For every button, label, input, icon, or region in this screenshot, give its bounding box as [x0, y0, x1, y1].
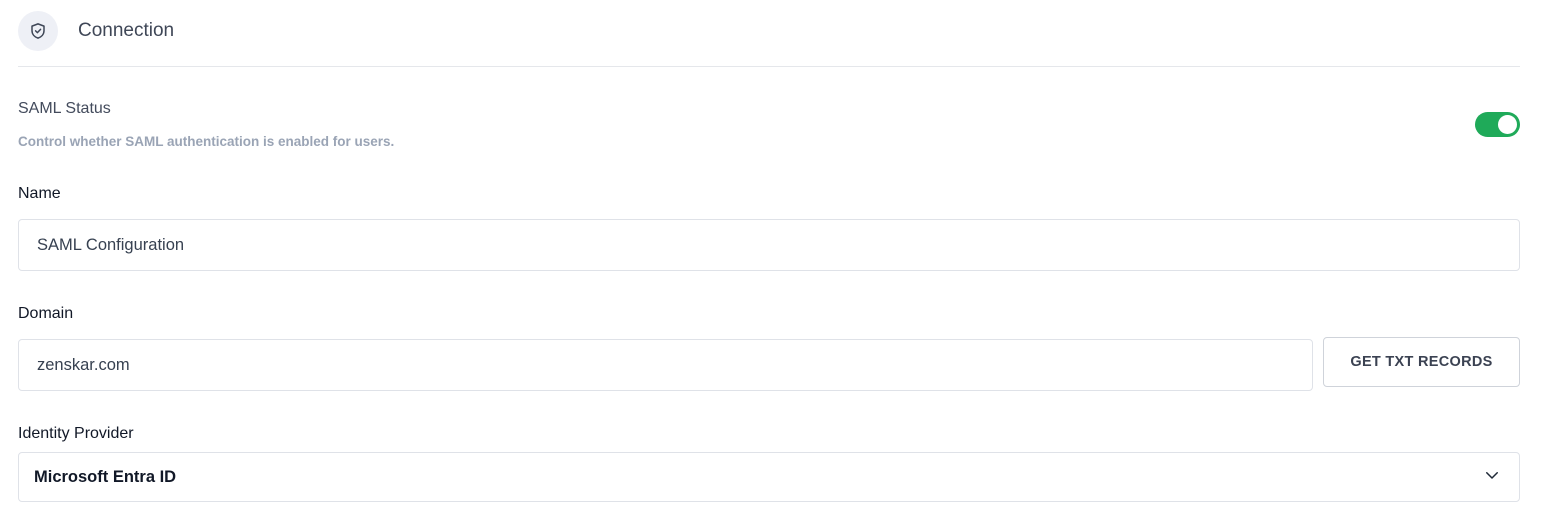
domain-field-container	[18, 339, 1313, 391]
chevron-down-icon	[1483, 466, 1501, 489]
header-divider	[18, 66, 1520, 67]
saml-connection-panel: Connection SAML Status Control whether S…	[0, 0, 1543, 530]
name-field-container	[18, 219, 1520, 271]
saml-status-label: SAML Status	[18, 100, 111, 117]
saml-status-toggle[interactable]	[1475, 112, 1520, 137]
identity-provider-selected-value: Microsoft Entra ID	[34, 467, 177, 486]
shield-check-icon	[18, 11, 58, 51]
saml-status-description: Control whether SAML authentication is e…	[18, 134, 395, 149]
toggle-knob	[1498, 115, 1517, 134]
section-title: Connection	[78, 20, 175, 41]
identity-provider-select[interactable]: Microsoft Entra ID	[18, 452, 1520, 502]
name-label: Name	[18, 185, 61, 202]
domain-input[interactable]	[37, 355, 1312, 375]
domain-label: Domain	[18, 305, 74, 322]
get-txt-records-button[interactable]: GET TXT RECORDS	[1323, 337, 1520, 387]
name-input[interactable]	[37, 235, 1519, 255]
section-header: Connection	[18, 11, 174, 51]
identity-provider-label: Identity Provider	[18, 425, 134, 442]
